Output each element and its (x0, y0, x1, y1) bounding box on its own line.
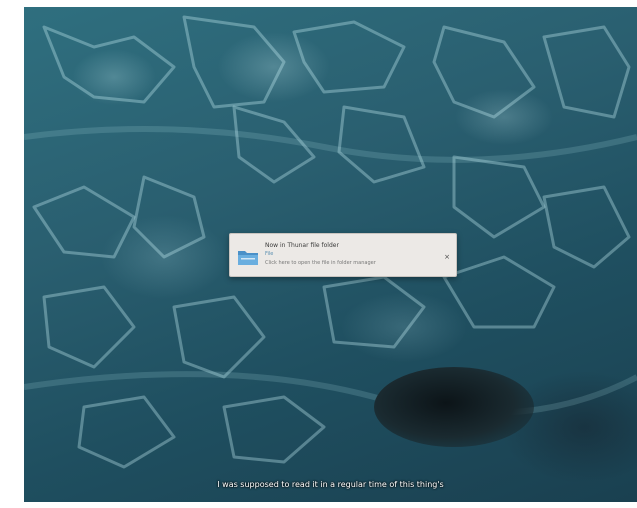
notification-detail: Click here to open the file in folder ma… (265, 260, 376, 266)
notification-popup[interactable]: Now in Thunar file folder File Click her… (229, 233, 457, 277)
video-subtitle: I was supposed to read it in a regular t… (217, 480, 444, 489)
close-icon[interactable]: × (444, 254, 450, 261)
screen: Now in Thunar file folder File Click her… (0, 0, 637, 508)
notification-subtitle: File (265, 251, 274, 257)
folder-icon (237, 248, 259, 266)
dark-underwater-shape (374, 367, 534, 447)
notification-title: Now in Thunar file folder (265, 242, 339, 249)
